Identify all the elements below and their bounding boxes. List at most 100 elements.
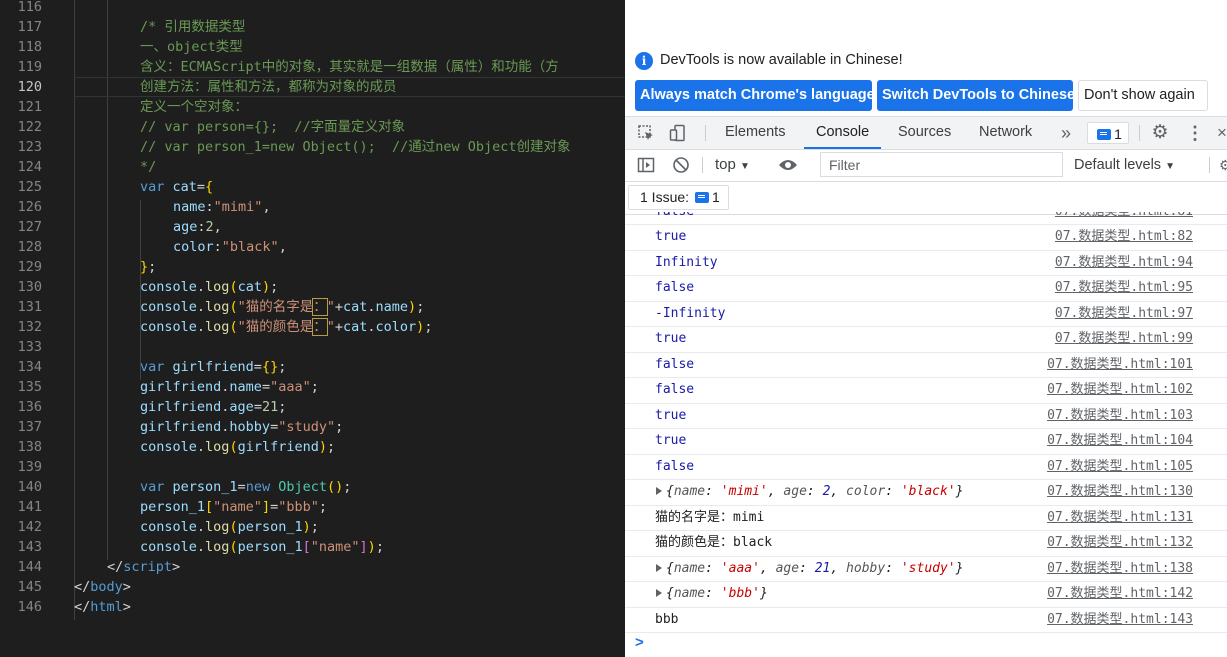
- console-row: {name: 'mimi', age: 2, color: 'black'} 07…: [625, 479, 1227, 506]
- code-line: 143 console.log(person_1["name"]);: [0, 537, 625, 557]
- console-object[interactable]: {name: 'aaa', age: 21, hobby: 'study'}: [656, 556, 963, 582]
- dropdown-arrow-icon: ▼: [740, 161, 750, 172]
- settings-gear-icon[interactable]: ⚙: [1149, 117, 1171, 149]
- filter-input[interactable]: [820, 152, 1063, 177]
- expand-triangle-icon[interactable]: [656, 487, 662, 495]
- tab-elements[interactable]: Elements: [725, 117, 785, 149]
- code-token: var: [140, 179, 173, 195]
- console-message: Infinity: [655, 254, 718, 270]
- live-expression-eye-icon[interactable]: [777, 149, 799, 181]
- console-row: -Infinity 07.数据类型.html:97: [625, 301, 1227, 327]
- expand-triangle-icon[interactable]: [656, 589, 662, 597]
- line-number: 129: [17, 259, 42, 275]
- code-token: name: [229, 379, 262, 395]
- line-number: 128: [17, 239, 42, 255]
- code-token: ": [326, 299, 335, 315]
- more-tabs-icon[interactable]: »: [1056, 117, 1076, 149]
- source-link[interactable]: 07.数据类型.html:97: [1055, 301, 1193, 327]
- object-token: name: [673, 586, 706, 601]
- console-object[interactable]: {name: 'bbb'}: [656, 581, 768, 607]
- source-link[interactable]: 07.数据类型.html:143: [1047, 607, 1193, 633]
- code-token: 一、object类型: [140, 39, 243, 55]
- code-text: console.log(cat);: [140, 277, 278, 297]
- console-message: false: [655, 382, 695, 397]
- source-link[interactable]: 07.数据类型.html:101: [1047, 352, 1193, 378]
- source-link[interactable]: 07.数据类型.html:104: [1047, 428, 1193, 454]
- tab-network[interactable]: Network: [979, 117, 1032, 149]
- expand-triangle-icon[interactable]: [656, 563, 662, 572]
- code-token: ,: [262, 199, 271, 215]
- issue-count: 1: [712, 189, 720, 205]
- issues-button[interactable]: 1 Issue: 1: [628, 185, 729, 210]
- source-link[interactable]: 07.数据类型.html:94: [1055, 250, 1193, 276]
- line-number: 119: [17, 59, 42, 75]
- code-token: body: [90, 579, 123, 595]
- close-icon[interactable]: ×: [1215, 117, 1227, 149]
- source-link[interactable]: 07.数据类型.html:130: [1047, 479, 1193, 505]
- code-text: console.log(girlfriend);: [140, 437, 335, 457]
- tab-sources[interactable]: Sources: [898, 117, 951, 149]
- source-link[interactable]: 07.数据类型.html:132: [1047, 530, 1193, 556]
- console-prompt[interactable]: >: [635, 634, 644, 651]
- code-token: (): [326, 479, 344, 495]
- console-message: 猫的颜色是：black: [655, 535, 773, 550]
- source-link[interactable]: 07.数据类型.html:105: [1047, 454, 1193, 480]
- console-row: true 07.数据类型.html:103: [625, 403, 1227, 429]
- more-options-icon[interactable]: ⋮: [1185, 117, 1205, 149]
- object-token: {: [666, 586, 674, 601]
- object-token: name: [673, 560, 706, 576]
- console-object[interactable]: {name: 'mimi', age: 2, color: 'black'}: [656, 479, 963, 505]
- source-link[interactable]: 07.数据类型.html:95: [1055, 275, 1193, 301]
- code-token: name: [375, 299, 409, 315]
- source-link[interactable]: 07.数据类型.html:131: [1047, 505, 1193, 531]
- source-link[interactable]: 07.数据类型.html:102: [1047, 377, 1193, 403]
- line-number: 132: [17, 319, 42, 335]
- code-line: 122 // var person={}; //字面量定义对象: [0, 117, 625, 137]
- code-line: 127 age:2,: [0, 217, 625, 237]
- source-link[interactable]: 07.数据类型.html:138: [1047, 556, 1193, 582]
- code-token: .: [196, 299, 206, 315]
- inspect-element-icon[interactable]: [635, 117, 657, 149]
- always-match-language-button[interactable]: Always match Chrome's language: [635, 80, 875, 111]
- code-token: name: [173, 199, 206, 215]
- console-row: true 07.数据类型.html:104: [625, 428, 1227, 455]
- device-toolbar-icon[interactable]: [667, 117, 689, 149]
- code-token: // var person_1=new Object(); //通过new Ob…: [140, 139, 571, 155]
- console-settings-icon[interactable]: ⚙: [1219, 149, 1227, 181]
- show-sidebar-icon[interactable]: [635, 149, 657, 181]
- switch-to-chinese-button[interactable]: Switch DevTools to Chinese: [877, 80, 1075, 111]
- code-token: =: [237, 479, 246, 495]
- code-token: "study": [278, 419, 336, 435]
- code-token: console: [140, 299, 197, 315]
- source-link[interactable]: 07.数据类型.html:81: [1055, 212, 1193, 224]
- source-link[interactable]: 07.数据类型.html:142: [1047, 581, 1193, 607]
- object-token: name: [673, 484, 706, 499]
- code-token: ;: [310, 379, 319, 395]
- tab-console[interactable]: Console: [804, 117, 882, 149]
- code-text: /* 引用数据类型: [140, 17, 245, 37]
- log-levels-dropdown[interactable]: Default levels ▼: [1074, 149, 1175, 181]
- source-link[interactable]: 07.数据类型.html:99: [1055, 326, 1193, 352]
- console-message: 猫的名字是：mimi: [655, 509, 765, 525]
- context-selector[interactable]: top ▼: [715, 149, 750, 181]
- console-message: false: [655, 356, 695, 372]
- code-token: +: [334, 319, 343, 335]
- code-token: </: [107, 559, 124, 575]
- code-text: girlfriend.name="aaa";: [140, 377, 319, 397]
- console-message: false: [655, 458, 695, 474]
- issues-summary-bar: 1 Issue: 1: [625, 182, 1227, 215]
- console-message: true: [655, 331, 687, 346]
- code-editor[interactable]: 116 117 /* 引用数据类型 118 一、object类型 119 含义：ECMASc…: [0, 0, 625, 657]
- code-token: script: [123, 559, 173, 575]
- source-link[interactable]: 07.数据类型.html:103: [1047, 403, 1193, 429]
- dont-show-again-button[interactable]: Don't show again: [1078, 80, 1208, 111]
- source-link[interactable]: 07.数据类型.html:82: [1055, 224, 1193, 250]
- code-text: var cat={: [140, 177, 213, 197]
- line-number: 138: [17, 439, 42, 455]
- issues-badge-button[interactable]: 1: [1087, 122, 1129, 144]
- code-token: cat: [237, 279, 262, 295]
- clear-console-icon[interactable]: [670, 149, 692, 181]
- code-token: Object: [278, 479, 327, 495]
- object-token: age: [783, 484, 807, 499]
- language-info-bar: i DevTools is now available in Chinese!: [625, 46, 1227, 76]
